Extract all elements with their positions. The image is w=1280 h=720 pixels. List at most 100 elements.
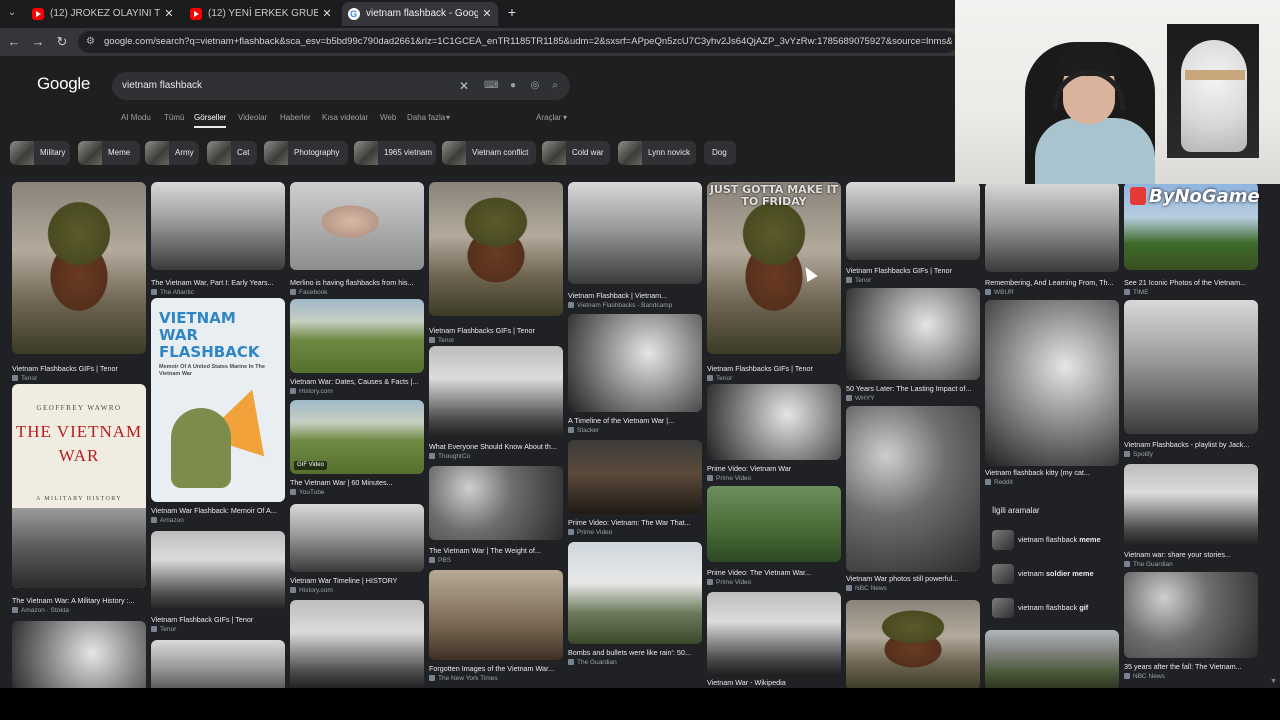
result-thumbnail[interactable] (290, 182, 424, 270)
result-thumbnail[interactable] (568, 542, 702, 644)
browser-tab-active[interactable]: vietnam flashback - Google'da ✕ (342, 2, 498, 26)
result-thumbnail[interactable] (568, 440, 702, 514)
book-author: GEOFFREY WAWRO (36, 404, 122, 412)
tab-all[interactable]: Tümü (164, 112, 184, 124)
new-tab-icon[interactable]: + (504, 4, 520, 20)
result-thumbnail[interactable] (707, 486, 841, 562)
result-thumbnail[interactable] (290, 504, 424, 572)
result-thumbnail[interactable] (985, 300, 1119, 466)
chip-lynn-novick[interactable]: Lynn novick (618, 141, 696, 165)
chip-cat[interactable]: Cat (207, 141, 257, 165)
result-thumbnail[interactable] (707, 592, 841, 676)
site-info-icon[interactable]: ⚙ (86, 36, 98, 48)
reload-icon[interactable]: ↻ (54, 34, 70, 50)
related-thumbnail (992, 530, 1014, 550)
chip-dog[interactable]: Dog (704, 141, 736, 165)
youtube-icon (32, 8, 44, 20)
tab-more[interactable]: Daha fazla (407, 112, 445, 124)
keyboard-icon[interactable]: ⌨ (484, 79, 498, 93)
lens-icon[interactable]: ◎ (528, 79, 542, 93)
letterbox-bar (0, 688, 1280, 720)
watermark-logo-icon (1130, 187, 1146, 205)
tab-news[interactable]: Haberler (280, 112, 311, 124)
close-tab-icon[interactable]: ✕ (162, 2, 176, 26)
scroll-down-arrow-icon[interactable]: ▼ (1270, 678, 1278, 686)
result-thumbnail[interactable] (429, 570, 563, 660)
chip-thumbnail (354, 141, 378, 165)
tab-short-videos[interactable]: Kısa videolar (322, 112, 368, 124)
chevron-down-icon[interactable]: ▾ (446, 112, 450, 124)
related-thumbnail (992, 564, 1014, 584)
tab-ai-mode[interactable]: AI Modu (121, 112, 151, 124)
address-bar[interactable]: ⚙ google.com/search?q=vietnam+flashback&… (78, 31, 958, 53)
result-thumbnail[interactable] (151, 182, 285, 270)
google-logo[interactable]: Google (37, 74, 90, 94)
result-thumbnail[interactable] (985, 182, 1119, 272)
result-thumbnail[interactable] (429, 466, 563, 540)
result-thumbnail[interactable] (429, 182, 563, 316)
result-thumbnail[interactable] (429, 346, 563, 438)
back-arrow-icon[interactable]: ← (6, 34, 22, 50)
result-thumbnail[interactable] (846, 600, 980, 688)
tools-button[interactable]: Araçlar (536, 112, 561, 124)
result-thumbnail[interactable] (151, 640, 285, 688)
poster-title: VIETNAM WAR FLASHBACK (159, 309, 260, 361)
result-thumbnail[interactable]: VIETNAM WAR FLASHBACK Memoir Of A United… (151, 298, 285, 502)
chip-thumbnail (264, 141, 288, 165)
browser-tab-1[interactable]: (12) JROKEZ OLAYINI TEKRAR K ✕ (26, 2, 180, 26)
url-text[interactable]: google.com/search?q=vietnam+flashback&sc… (104, 31, 952, 53)
related-search-item[interactable]: vietnam flashback meme (988, 528, 1118, 552)
chevron-down-icon[interactable]: ▾ (563, 112, 567, 124)
result-thumbnail[interactable] (12, 182, 146, 354)
result-thumbnail[interactable] (846, 288, 980, 380)
gif-badge: GIF Video (294, 461, 327, 470)
chip-military[interactable]: Military (10, 141, 70, 165)
chip-1965-vietnam[interactable]: 1965 vietnam (354, 141, 436, 165)
youtube-icon (190, 8, 202, 20)
forward-arrow-icon[interactable]: → (30, 34, 46, 50)
chip-thumbnail (78, 141, 102, 165)
tab-videos[interactable]: Videolar (238, 112, 267, 124)
result-thumbnail[interactable] (707, 384, 841, 460)
result-thumbnail[interactable] (290, 600, 424, 688)
chip-meme[interactable]: Meme (78, 141, 140, 165)
search-icon[interactable]: ⌕ (548, 79, 562, 93)
page-scrollbar[interactable] (1268, 176, 1280, 688)
stream-watermark: ByNoGame (1130, 186, 1260, 207)
chip-photography[interactable]: Photography (264, 141, 348, 165)
close-tab-icon[interactable]: ✕ (320, 2, 334, 26)
result-thumbnail[interactable] (568, 182, 702, 284)
tab-web[interactable]: Web (380, 112, 396, 124)
close-tab-icon[interactable]: ✕ (480, 2, 494, 26)
result-thumbnail[interactable] (1124, 300, 1258, 434)
result-thumbnail[interactable]: GEOFFREY WAWRO THE VIETNAM WAR A MILITAR… (12, 384, 146, 588)
result-thumbnail[interactable] (1124, 572, 1258, 658)
result-thumbnail[interactable]: JUST GOTTA MAKE IT TO FRIDAY (707, 182, 841, 354)
search-input[interactable]: vietnam flashback (122, 72, 202, 100)
statue-blindfold (1185, 70, 1245, 80)
result-thumbnail[interactable] (290, 299, 424, 373)
clear-search-icon[interactable]: ✕ (457, 79, 471, 93)
result-thumbnail[interactable] (846, 406, 980, 572)
related-search-item[interactable]: vietnam soldier meme (988, 562, 1118, 586)
microphone-icon[interactable]: ● (506, 79, 520, 93)
tab-images[interactable]: Görseller (194, 112, 227, 128)
result-thumbnail[interactable] (151, 531, 285, 611)
related-search-item[interactable]: vietnam flashback gif (988, 596, 1118, 620)
result-thumbnail[interactable] (985, 630, 1119, 688)
result-thumbnail[interactable] (1124, 464, 1258, 546)
browser-tab-2[interactable]: (12) YENİ ERKEK GRUBU TARTIŞ ✕ (184, 2, 338, 26)
chip-army[interactable]: Army (145, 141, 199, 165)
result-thumbnail[interactable] (568, 314, 702, 412)
result-thumbnail[interactable] (846, 182, 980, 260)
tab-search-chevron-icon[interactable]: ⌄ (4, 5, 20, 21)
result-thumbnail[interactable]: GIF Video (290, 400, 424, 474)
streamer-body (1035, 118, 1155, 184)
related-searches-title: İlgili aramalar (992, 506, 1040, 515)
result-thumbnail[interactable] (12, 621, 146, 688)
chip-cold-war[interactable]: Cold war (542, 141, 610, 165)
search-box[interactable]: vietnam flashback ✕ ⌨ ● ◎ ⌕ (112, 72, 570, 100)
chip-thumbnail (207, 141, 231, 165)
chip-vietnam-conflict[interactable]: Vietnam conflict (442, 141, 536, 165)
webcam-overlay (955, 0, 1280, 184)
